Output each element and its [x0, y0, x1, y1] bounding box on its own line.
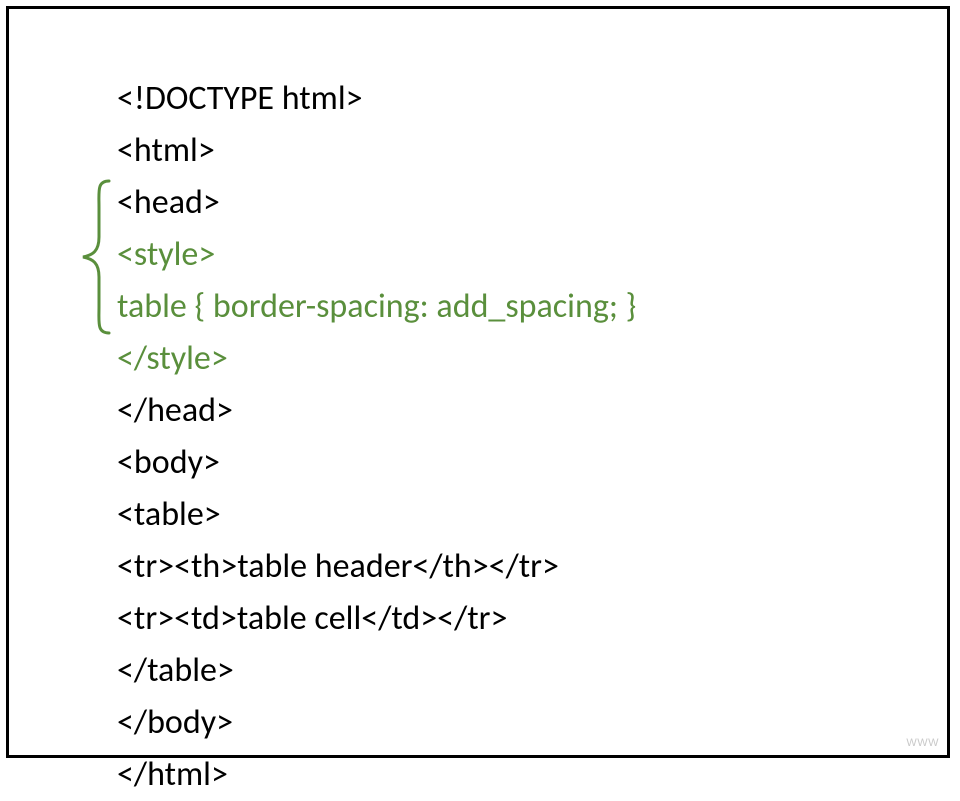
- code-line-highlight: table { border-spacing: add_spacing; }: [117, 286, 636, 327]
- code-line: </html>: [117, 754, 228, 795]
- curly-brace-icon: [79, 179, 115, 335]
- code-line: <html>: [117, 130, 215, 171]
- code-line: <body>: [117, 442, 220, 483]
- code-block: <!DOCTYPE html> <html> <head> <style> ta…: [117, 21, 636, 801]
- code-line: <table>: [117, 494, 221, 535]
- code-line: <!DOCTYPE html>: [117, 78, 363, 119]
- code-line-highlight: </style>: [117, 338, 228, 379]
- watermark: WWW: [906, 737, 939, 749]
- code-line: </head>: [117, 390, 233, 431]
- code-frame: <!DOCTYPE html> <html> <head> <style> ta…: [6, 6, 950, 758]
- code-line: <head>: [117, 182, 220, 223]
- code-line: <tr><th>table header</th></tr>: [117, 546, 559, 587]
- code-line: <tr><td>table cell</td></tr>: [117, 598, 507, 639]
- code-line: </body>: [117, 702, 233, 743]
- code-line: </table>: [117, 650, 234, 691]
- code-line-highlight: <style>: [117, 234, 215, 275]
